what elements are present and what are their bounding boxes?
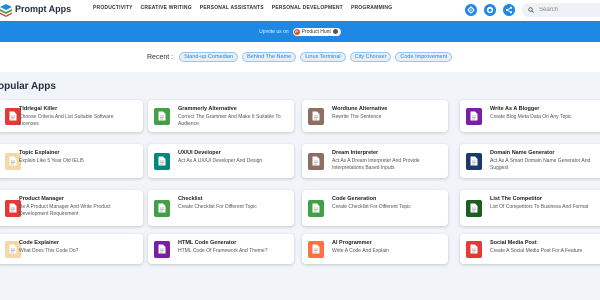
document-icon xyxy=(308,240,324,258)
app-card-description: Choose Criteria And List Suitable Softwa… xyxy=(19,114,114,127)
nav-link-productivity[interactable]: PRODUCTIVITY xyxy=(93,5,133,11)
nav-link-personal-development[interactable]: PERSONAL DEVELOPMENT xyxy=(272,5,343,11)
document-icon xyxy=(308,107,324,125)
app-card[interactable]: Product Manager Be A Product Manager And … xyxy=(0,190,143,226)
app-card-title: Write As A Blogger xyxy=(490,106,540,112)
document-icon xyxy=(154,107,170,125)
app-card[interactable]: Checklist Create Checklist For Different … xyxy=(148,190,294,226)
nav-link-programming[interactable]: PROGRAMMING xyxy=(351,5,392,11)
app-card-title: Product Manager xyxy=(19,196,64,202)
document-icon xyxy=(308,199,324,217)
app-card-description: Correct The Grammer And Make It Suitable… xyxy=(178,114,281,127)
search-box[interactable] xyxy=(522,3,600,17)
app-card[interactable]: List The Competitor List Of Competitors T… xyxy=(460,190,600,226)
app-card[interactable]: Topic Explainer Explain Like 5 Year Old I… xyxy=(0,144,143,178)
app-card[interactable]: Dream Interpreter Act As A Dream Interpre… xyxy=(302,144,448,178)
app-card-title: Tldrlegal Killer xyxy=(19,106,58,112)
app-card-description: Be A Product Manager And Write Product D… xyxy=(19,204,111,217)
product-hunt-icon: P xyxy=(293,28,300,35)
app-card-description: Write A Code And Explain xyxy=(332,248,389,254)
app-card[interactable]: Social Media Post Create A Social Media P… xyxy=(460,234,600,264)
document-icon xyxy=(466,199,482,217)
document-icon xyxy=(466,240,482,258)
app-card[interactable]: Code Generation Create Checklist For Diff… xyxy=(302,190,448,226)
product-hunt-badge[interactable]: P Product Hunt xyxy=(292,27,341,36)
product-hunt-label: Product Hunt xyxy=(301,28,331,35)
document-icon xyxy=(308,152,324,170)
app-card[interactable]: Grammerly Alternative Correct The Grammer… xyxy=(148,100,294,132)
app-card-description: Act As A UX/UI Developer And Design xyxy=(178,158,263,164)
app-card-title: Grammerly Alternative xyxy=(178,106,237,112)
app-card[interactable]: Write As A Blogger Create Blog Meta Data … xyxy=(460,100,600,132)
document-icon xyxy=(466,152,482,170)
nav-link-personal-assistants[interactable]: PERSONAL ASSISTANTS xyxy=(200,5,264,11)
app-card[interactable]: AI Programmer Write A Code And Explain xyxy=(302,234,448,264)
gear-icon xyxy=(467,6,475,14)
recent-bar: Recent : Stand-up Comedian Behind The Na… xyxy=(147,52,453,62)
app-card-description: Create A Social Media Post For A Feature xyxy=(490,248,583,254)
document-icon xyxy=(154,199,170,217)
app-card-description: List Of Competitors To Business And Form… xyxy=(490,204,589,210)
recent-chip-behind-the-name[interactable]: Behind The Name xyxy=(242,52,297,62)
app-card[interactable]: Code Explainer What Does This Code Do? xyxy=(0,234,143,264)
upvote-banner: Upvote us on P Product Hunt xyxy=(0,21,600,42)
app-card-title: Code Generation xyxy=(332,196,377,202)
app-card-title: UX/UI Developer xyxy=(178,150,221,156)
recent-chip-linux-terminal[interactable]: Linux Terminal xyxy=(300,52,346,62)
recent-chip-stand-up-comedian[interactable]: Stand-up Comedian xyxy=(179,52,238,62)
app-card[interactable]: UX/UI Developer Act As A UX/UI Developer … xyxy=(148,144,294,178)
recent-section: Recent : Stand-up Comedian Behind The Na… xyxy=(0,42,600,72)
app-card[interactable]: Wordtune Alternative Rewrite The Sentence xyxy=(302,100,448,132)
recent-chip-code-improvement[interactable]: Code Improvement xyxy=(395,52,453,62)
upvote-link[interactable]: Upvote us on P Product Hunt xyxy=(259,27,341,36)
app-card-description: What Does This Code Do? xyxy=(19,248,79,254)
app-card-title: Topic Explainer xyxy=(19,150,60,156)
app-card-description: Act As A Smart Domain Name Generator And… xyxy=(490,158,591,171)
share-icon xyxy=(505,6,513,14)
app-card-description: Rewrite The Sentence xyxy=(332,114,382,120)
app-card-title: List The Competitor xyxy=(490,196,542,202)
github-button[interactable] xyxy=(484,4,496,16)
share-button[interactable] xyxy=(503,4,515,16)
search-input[interactable] xyxy=(539,7,599,13)
app-card[interactable]: Tldrlegal Killer Choose Criteria And List… xyxy=(0,100,143,132)
upvote-text: Upvote us on xyxy=(259,28,289,35)
app-card-description: Create Checklist For Different Topic xyxy=(332,204,411,210)
app-card-title: Checklist xyxy=(178,196,203,202)
app-card-title: Domain Name Generator xyxy=(490,150,555,156)
top-navbar: Prompt Apps PRODUCTIVITY CREATIVE WRITIN… xyxy=(0,0,600,21)
app-card-description: Create Blog Meta Data On Any Topic xyxy=(490,114,572,120)
nav-link-creative-writing[interactable]: CREATIVE WRITING xyxy=(141,5,192,11)
document-icon xyxy=(466,107,482,125)
recent-chip-city-chooser[interactable]: City Chooser xyxy=(349,52,392,62)
app-card-description: Explain Like 5 Year Old IELI5 xyxy=(19,158,84,164)
brand-name[interactable]: Prompt Apps xyxy=(15,4,71,14)
search-icon xyxy=(528,7,534,13)
app-card-title: Social Media Post xyxy=(490,240,537,246)
app-card-title: AI Programmer xyxy=(332,240,372,246)
upvote-count-icon xyxy=(332,29,338,34)
nav-links: PRODUCTIVITY CREATIVE WRITING PERSONAL A… xyxy=(93,5,392,11)
document-icon xyxy=(154,240,170,258)
app-card-title: HTML Code Generator xyxy=(178,240,237,246)
app-card[interactable]: HTML Code Generator HTML Code Of Framewor… xyxy=(148,234,294,264)
section-title: opular Apps xyxy=(0,81,56,92)
app-card-title: Code Explainer xyxy=(19,240,60,246)
github-icon xyxy=(486,6,494,14)
app-card-description: HTML Code Of Framework And Theme? xyxy=(178,248,268,254)
logo-icon[interactable] xyxy=(0,3,12,17)
app-card-title: Wordtune Alternative xyxy=(332,106,388,112)
settings-button[interactable] xyxy=(465,4,477,16)
app-card-description: Create Checklist For Different Topic xyxy=(178,204,257,210)
app-card[interactable]: Domain Name Generator Act As A Smart Doma… xyxy=(460,144,600,178)
app-card-description: Act As A Dream Interpreter And Provide I… xyxy=(332,158,420,171)
document-icon xyxy=(154,152,170,170)
app-card-title: Dream Interpreter xyxy=(332,150,379,156)
recent-label: Recent : xyxy=(147,53,174,61)
